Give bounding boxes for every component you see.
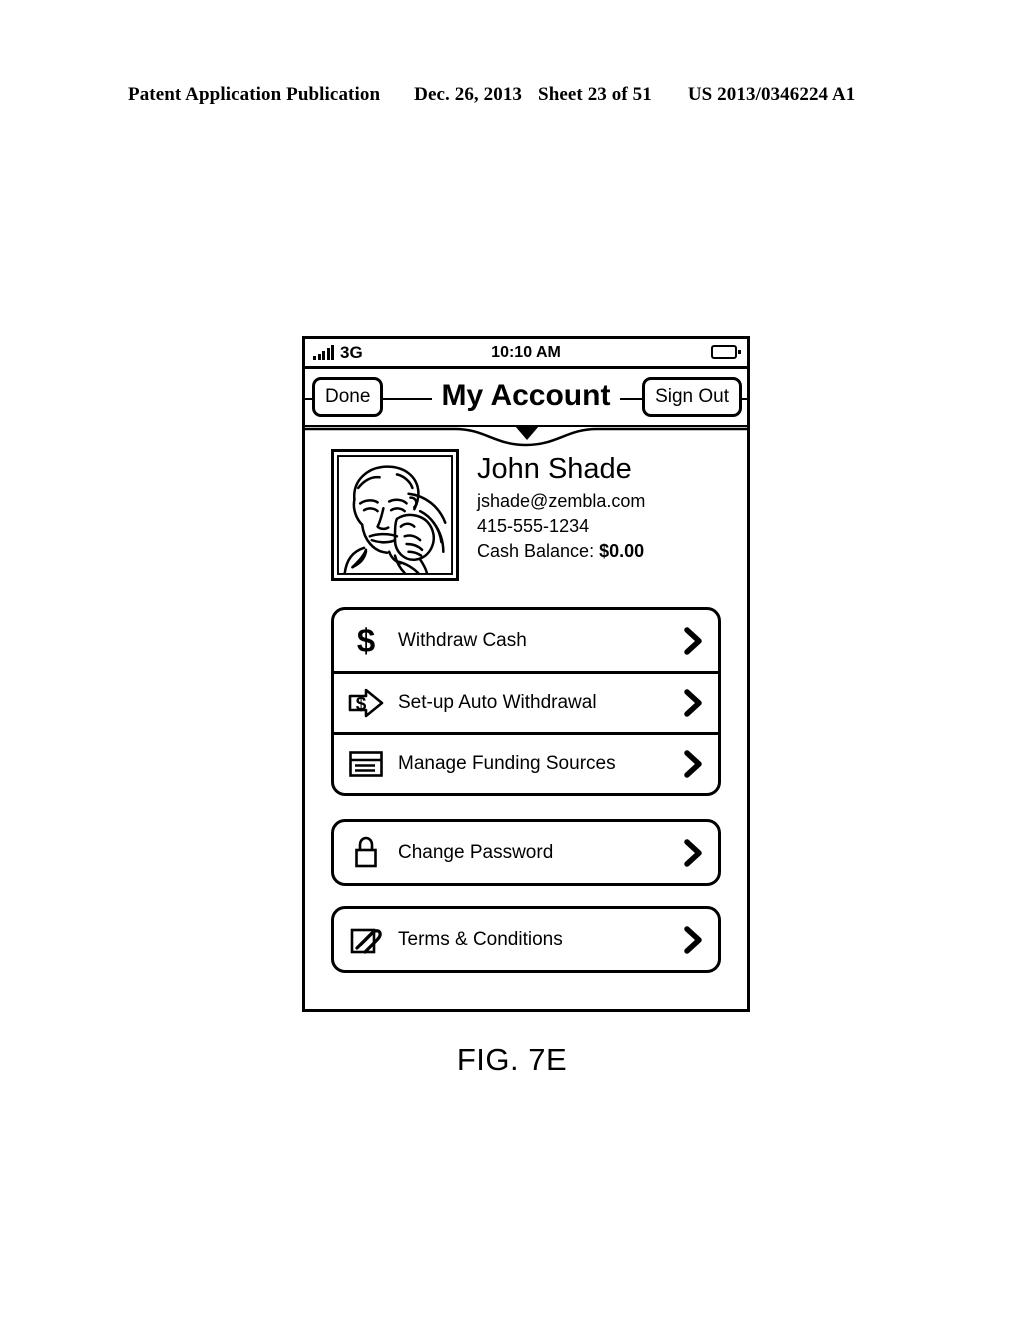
menu-group-legal: Terms & Conditions [331, 906, 721, 973]
patent-publication-label: Patent Application Publication [128, 84, 381, 105]
chevron-right-icon[interactable] [682, 749, 704, 779]
page-title-label: My Account [431, 379, 621, 412]
menu-group-financial: $ Withdraw Cash $ Set-up Auto Withdrawal [331, 607, 721, 796]
profile-name: John Shade [477, 453, 632, 485]
profile-section: John Shade jshade@zembla.com 415-555-123… [305, 427, 747, 581]
triangle-down-icon [515, 426, 539, 440]
list-item-label: Change Password [398, 841, 554, 863]
cash-balance-label: Cash Balance: [477, 541, 595, 561]
patent-header: Patent Application Publication Dec. 26, … [128, 84, 888, 106]
padlock-icon [346, 835, 386, 871]
dollar-sign-icon: $ [346, 623, 386, 659]
figure-caption: FIG. 7E [456, 1042, 568, 1077]
list-item-funding-sources[interactable]: Manage Funding Sources [334, 732, 718, 793]
status-bar: 3G 10:10 AM [305, 339, 747, 369]
cash-balance: Cash Balance: $0.00 [477, 539, 645, 564]
svg-text:$: $ [356, 694, 367, 715]
list-item-label: Terms & Conditions [398, 928, 563, 950]
profile-info: John Shade jshade@zembla.com 415-555-123… [477, 449, 645, 581]
list-item-terms-conditions[interactable]: Terms & Conditions [334, 909, 718, 970]
patent-date-label: Dec. 26, 2013 [414, 84, 523, 105]
user-photo-boxer [337, 455, 453, 575]
navigation-bar: Done My Account Sign Out [305, 369, 747, 427]
list-item-label: Set-up Auto Withdrawal [398, 692, 597, 713]
list-item-change-password[interactable]: Change Password [334, 822, 718, 883]
document-paperclip-icon [346, 922, 386, 958]
svg-text:$: $ [357, 624, 375, 658]
phone-device-frame: 3G 10:10 AM Done My Account Sign Out Joh… [302, 336, 750, 1012]
patent-sheet-label: Sheet 23 of 51 [538, 84, 652, 105]
list-item-auto-withdrawal[interactable]: $ Set-up Auto Withdrawal [334, 671, 718, 732]
chevron-right-icon[interactable] [682, 626, 704, 656]
list-item-withdraw-cash[interactable]: $ Withdraw Cash [334, 610, 718, 671]
list-item-label: Withdraw Cash [398, 629, 527, 651]
chevron-right-icon[interactable] [682, 925, 704, 955]
dollar-arrow-icon: $ [346, 685, 386, 721]
chevron-right-icon[interactable] [682, 688, 704, 718]
funding-card-icon [346, 746, 386, 782]
list-item-label: Manage Funding Sources [398, 753, 616, 774]
profile-email: jshade@zembla.com [477, 491, 646, 511]
avatar [331, 449, 459, 581]
profile-phone: 415-555-1234 [477, 516, 590, 536]
chevron-right-icon[interactable] [682, 838, 704, 868]
status-time-label: 10:10 AM [491, 343, 561, 361]
patent-number-label: US 2013/0346224 A1 [687, 84, 856, 105]
battery-icon [711, 345, 741, 359]
cash-balance-value: $0.00 [599, 541, 645, 561]
sign-out-button-label: Sign Out [655, 386, 729, 407]
menu-group-security: Change Password [331, 819, 721, 886]
sign-out-button[interactable]: Sign Out [642, 377, 742, 417]
